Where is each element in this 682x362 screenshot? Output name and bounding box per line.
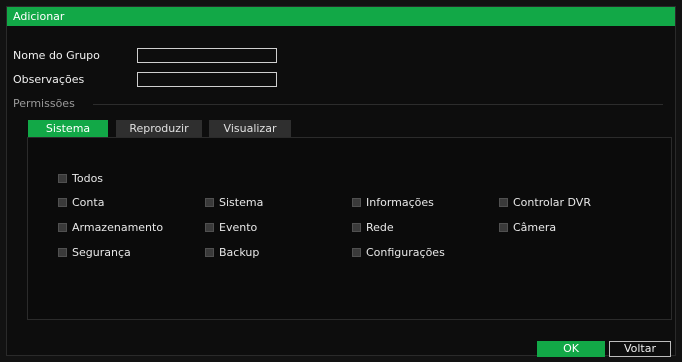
checkbox-rede[interactable]: Rede — [352, 221, 394, 234]
add-group-dialog: Adicionar Nome do Grupo Observações Perm… — [6, 6, 676, 357]
checkbox-box[interactable] — [352, 198, 361, 207]
tab-visualizar[interactable]: Visualizar — [209, 120, 291, 137]
checkbox-configuracoes[interactable]: Configurações — [352, 246, 445, 259]
tab-reproduzir[interactable]: Reproduzir — [116, 120, 202, 137]
checkbox-label: Evento — [219, 221, 258, 234]
checkbox-box[interactable] — [499, 223, 508, 232]
ok-button[interactable]: OK — [537, 341, 605, 357]
checkbox-evento[interactable]: Evento — [205, 221, 257, 234]
checkbox-label: Rede — [366, 221, 394, 234]
checkbox-camera[interactable]: Câmera — [499, 221, 556, 234]
checkbox-backup[interactable]: Backup — [205, 246, 259, 259]
checkbox-informacoes[interactable]: Informações — [352, 196, 434, 209]
checkbox-label: Configurações — [366, 246, 445, 259]
checkbox-label: Segurança — [72, 246, 131, 259]
checkbox-todos[interactable]: Todos — [58, 172, 103, 185]
checkbox-box[interactable] — [58, 174, 67, 183]
group-name-input[interactable] — [137, 48, 277, 63]
permissions-section-label: Permissões — [13, 97, 75, 110]
checkbox-box[interactable] — [352, 223, 361, 232]
permissions-panel: Todos Conta Sistema Informações Controla… — [27, 137, 672, 320]
notes-input[interactable] — [137, 72, 277, 87]
dialog-title: Adicionar — [7, 7, 675, 26]
checkbox-armazenamento[interactable]: Armazenamento — [58, 221, 163, 234]
checkbox-box[interactable] — [499, 198, 508, 207]
checkbox-label: Conta — [72, 196, 105, 209]
checkbox-conta[interactable]: Conta — [58, 196, 104, 209]
notes-label: Observações — [13, 73, 85, 86]
checkbox-controlar-dvr[interactable]: Controlar DVR — [499, 196, 591, 209]
group-name-label: Nome do Grupo — [13, 49, 100, 62]
checkbox-label: Informações — [366, 196, 434, 209]
checkbox-label: Sistema — [219, 196, 264, 209]
checkbox-label: Câmera — [513, 221, 557, 234]
checkbox-box[interactable] — [352, 248, 361, 257]
checkbox-label: Controlar DVR — [513, 196, 591, 209]
checkbox-label: Todos — [72, 172, 104, 185]
checkbox-label: Backup — [219, 246, 260, 259]
checkbox-box[interactable] — [58, 198, 67, 207]
checkbox-box[interactable] — [58, 223, 67, 232]
checkbox-label: Armazenamento — [72, 221, 164, 234]
checkbox-box[interactable] — [58, 248, 67, 257]
checkbox-sistema[interactable]: Sistema — [205, 196, 263, 209]
checkbox-box[interactable] — [205, 198, 214, 207]
checkbox-box[interactable] — [205, 248, 214, 257]
tab-sistema[interactable]: Sistema — [28, 120, 108, 137]
checkbox-seguranca[interactable]: Segurança — [58, 246, 131, 259]
section-divider — [93, 104, 663, 105]
checkbox-box[interactable] — [205, 223, 214, 232]
back-button[interactable]: Voltar — [609, 341, 671, 357]
